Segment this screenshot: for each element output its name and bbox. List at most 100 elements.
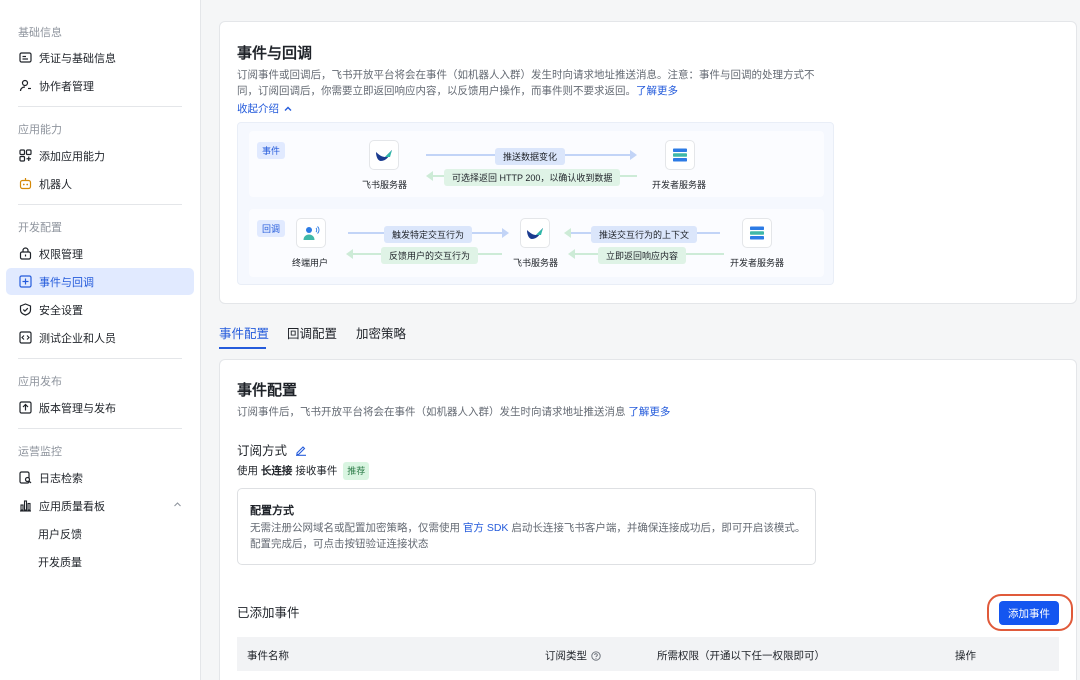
use-suffix: 接收事件 xyxy=(295,465,338,477)
subscription-method-value: 使用 长连接 接收事件 推荐 xyxy=(237,462,370,480)
tab-encryption[interactable]: 加密策略 xyxy=(356,323,406,342)
shield-icon xyxy=(18,303,32,317)
event-config-desc-text: 订阅事件后，飞书开放平台将会在事件（如机器人入群）发生时向请求地址推送消息 xyxy=(237,406,626,418)
arrow-label-push-change: 推送数据变化 xyxy=(495,148,566,165)
sidebar-item-log-search[interactable]: 日志检索 xyxy=(6,464,194,491)
learn-more-link[interactable]: 了解更多 xyxy=(636,85,678,97)
sidebar-item-dev-quality[interactable]: 开发质量 xyxy=(6,548,194,575)
node-label-feishu-server-2: 飞书服务器 xyxy=(513,258,559,268)
sidebar-divider xyxy=(18,428,182,429)
upload-box-icon xyxy=(18,401,32,415)
config-method-title: 配置方式 xyxy=(250,505,294,517)
sidebar-item-collaborators[interactable]: 协作者管理 xyxy=(6,72,194,99)
node-label-feishu-server: 飞书服务器 xyxy=(362,180,408,190)
column-subscription-type: 订阅类型 xyxy=(545,648,601,663)
sidebar-item-label: 安全设置 xyxy=(39,304,83,317)
sidebar-item-security[interactable]: 安全设置 xyxy=(6,296,194,323)
intro-desc-line2: 同，订阅回调后，你需要立即返回响应内容，以反馈用户操作，而事件则不要求返回。 xyxy=(237,85,636,97)
edit-icon[interactable] xyxy=(295,444,307,456)
user-icon xyxy=(18,79,32,93)
events-table-header: 事件名称 订阅类型 所需权限（开通以下任一权限即可） 操作 xyxy=(237,637,1059,671)
official-sdk-link[interactable]: 官方 SDK xyxy=(463,522,509,534)
sidebar-item-label: 版本管理与发布 xyxy=(39,402,116,415)
sidebar-item-credentials[interactable]: 凭证与基础信息 xyxy=(6,44,194,71)
subscription-method-header: 订阅方式 xyxy=(237,440,307,459)
sidebar-item-label: 机器人 xyxy=(39,178,72,191)
server-icon xyxy=(742,218,772,248)
recommend-badge: 推荐 xyxy=(343,462,370,480)
node-label-end-user: 终端用户 xyxy=(292,258,329,268)
tab-callback-config[interactable]: 回调配置 xyxy=(287,323,337,342)
event-tag: 事件 xyxy=(257,142,286,159)
add-event-button[interactable]: 添加事件 xyxy=(999,601,1059,625)
lock-icon xyxy=(18,247,32,261)
chevron-up-icon[interactable] xyxy=(173,500,182,512)
sidebar-item-label: 测试企业和人员 xyxy=(39,332,116,345)
code-box-icon xyxy=(18,331,32,345)
sidebar-item-label: 日志检索 xyxy=(39,472,83,485)
node-label-dev-server: 开发者服务器 xyxy=(652,180,707,190)
learn-more-link[interactable]: 了解更多 xyxy=(628,406,670,418)
sidebar-item-bot[interactable]: 机器人 xyxy=(6,170,194,197)
collapse-intro-label: 收起介绍 xyxy=(237,103,279,115)
sidebar-item-add-capability[interactable]: 添加应用能力 xyxy=(6,142,194,169)
sidebar-item-label: 应用质量看板 xyxy=(39,500,105,513)
callback-tag: 回调 xyxy=(257,220,286,237)
id-card-icon xyxy=(18,51,32,65)
active-tab-indicator xyxy=(219,347,266,349)
bar-chart-icon xyxy=(18,499,32,513)
column-required-permissions: 所需权限（开通以下任一权限即可） xyxy=(657,650,825,662)
sidebar-item-label: 事件与回调 xyxy=(39,276,94,289)
sidebar: 基础信息 凭证与基础信息 协作者管理 应用能力 添加应用能力 机器人 开发配置 … xyxy=(0,0,201,680)
collapse-intro-toggle[interactable]: 收起介绍 xyxy=(237,101,293,117)
help-icon[interactable] xyxy=(591,650,601,661)
sidebar-item-label: 凭证与基础信息 xyxy=(39,52,116,65)
node-label-dev-server-2: 开发者服务器 xyxy=(730,258,785,268)
tab-event-config[interactable]: 事件配置 xyxy=(219,323,269,342)
robot-icon xyxy=(18,177,32,191)
sidebar-item-versions[interactable]: 版本管理与发布 xyxy=(6,394,194,421)
sidebar-item-label: 权限管理 xyxy=(39,248,83,261)
event-box-icon xyxy=(18,275,32,289)
end-user-icon xyxy=(296,218,326,248)
sidebar-item-permissions[interactable]: 权限管理 xyxy=(6,240,194,267)
sidebar-item-quality-board[interactable]: 应用质量看板 xyxy=(6,492,194,519)
use-prefix: 使用 xyxy=(237,465,258,477)
sidebar-divider xyxy=(18,358,182,359)
subscription-method-title: 订阅方式 xyxy=(237,444,288,458)
server-icon xyxy=(665,140,695,170)
sidebar-item-events-callbacks[interactable]: 事件与回调 xyxy=(6,268,194,295)
sidebar-item-label: 用户反馈 xyxy=(38,528,82,541)
sidebar-item-test-enterprise[interactable]: 测试企业和人员 xyxy=(6,324,194,351)
arrow-label-return-now: 立即返回响应内容 xyxy=(598,247,687,264)
sidebar-item-label: 协作者管理 xyxy=(39,80,94,93)
column-subscription-type-label: 订阅类型 xyxy=(545,650,587,662)
sidebar-divider xyxy=(18,204,182,205)
use-method: 长连接 xyxy=(260,465,293,477)
arrow-label-push-context: 推送交互行为的上下文 xyxy=(591,226,698,243)
event-config-title: 事件配置 xyxy=(237,382,298,399)
config-line1a: 无需注册公网域名或配置加密策略，仅需使用 xyxy=(250,522,460,534)
added-events-title: 已添加事件 xyxy=(237,606,300,620)
sidebar-item-label: 开发质量 xyxy=(38,556,82,569)
sidebar-group-title: 应用发布 xyxy=(18,376,62,388)
sidebar-group-title: 基础信息 xyxy=(18,27,62,39)
config-line1b: 启动长连接飞书客户端，并确保连接成功后，即可开启该模式。 xyxy=(511,522,806,534)
intro-desc-line1: 订阅事件或回调后，飞书开放平台将会在事件（如机器人入群）发生时向请求地址推送消息… xyxy=(237,69,815,81)
column-event-name: 事件名称 xyxy=(247,650,289,662)
sidebar-group-title: 开发配置 xyxy=(18,222,62,234)
event-config-description: 订阅事件后，飞书开放平台将会在事件（如机器人入群）发生时向请求地址推送消息 了解… xyxy=(237,404,670,420)
log-search-icon xyxy=(18,471,32,485)
intro-description: 订阅事件或回调后，飞书开放平台将会在事件（如机器人入群）发生时向请求地址推送消息… xyxy=(237,67,827,99)
column-actions: 操作 xyxy=(955,650,976,662)
config-line2: 配置完成后，可点击按钮验证连接状态 xyxy=(250,538,429,550)
grid-plus-icon xyxy=(18,149,32,163)
feishu-logo-icon xyxy=(369,140,399,170)
config-method-description: 无需注册公网域名或配置加密策略，仅需使用 官方 SDK 启动长连接飞书客户端，并… xyxy=(250,520,805,552)
sidebar-item-label: 添加应用能力 xyxy=(39,150,105,163)
arrow-label-trigger: 触发特定交互行为 xyxy=(384,226,473,243)
page-title: 事件与回调 xyxy=(237,45,313,62)
arrow-label-optional-return: 可选择返回 HTTP 200，以确认收到数据 xyxy=(444,169,621,186)
feishu-logo-icon xyxy=(520,218,550,248)
sidebar-item-user-feedback[interactable]: 用户反馈 xyxy=(6,520,194,547)
